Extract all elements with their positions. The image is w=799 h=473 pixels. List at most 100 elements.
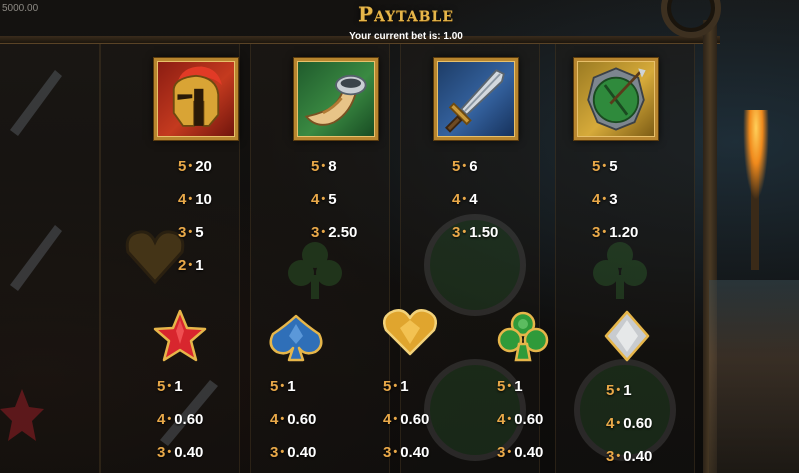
pay-value: 0.40: [400, 443, 430, 461]
pay-count: 3: [452, 223, 461, 241]
horn-icon: [304, 74, 367, 126]
pay-separator: •: [167, 413, 172, 425]
paylist-gold-heart: 5 • 1 4 • 0.60 3 • 0.40: [383, 378, 429, 473]
pay-separator: •: [188, 259, 193, 271]
pay-value: 1: [287, 377, 296, 395]
pay-separator: •: [393, 446, 398, 458]
sword-icon: [10, 70, 62, 136]
pay-value: 5: [609, 157, 618, 175]
pay-separator: •: [616, 384, 621, 396]
pay-separator: •: [167, 446, 172, 458]
pay-separator: •: [188, 193, 193, 205]
pay-count: 4: [311, 190, 320, 208]
pay-row: 3 • 0.40: [497, 443, 544, 461]
pay-count: 3: [592, 223, 601, 241]
paylist-green-club: 5 • 1 4 • 0.60 3 • 0.40: [497, 378, 543, 473]
pay-separator: •: [462, 160, 467, 172]
pay-row: 5 • 8: [311, 157, 357, 175]
symbol-card-helmet: [154, 58, 238, 140]
pay-row: 4 • 0.60: [270, 410, 317, 428]
pay-count: 3: [311, 223, 320, 241]
pay-row: 5 • 1: [497, 377, 543, 395]
pay-value: 1: [174, 377, 183, 395]
symbol-green-club: [496, 310, 550, 364]
pay-value: 0.40: [623, 447, 653, 465]
pay-count: 4: [157, 410, 166, 428]
pay-count: 3: [157, 443, 166, 461]
pay-count: 5: [157, 377, 166, 395]
pay-row: 4 • 0.60: [606, 415, 652, 432]
pay-value: 5: [328, 190, 337, 208]
pay-row: 4 • 5: [311, 190, 357, 208]
paylist-blue-spade: 5 • 1 4 • 0.60 3 • 0.40: [270, 378, 316, 473]
pay-count: 4: [592, 190, 601, 208]
pay-count: 3: [606, 447, 615, 465]
pay-count: 3: [270, 443, 279, 461]
pay-count: 5: [606, 381, 615, 399]
pay-separator: •: [321, 193, 326, 205]
paylist-red-star: 5 • 1 4 • 0.60 3 • 0.40: [157, 378, 203, 473]
page-title: Paytable: [357, 2, 455, 26]
pay-count: 5: [592, 157, 601, 175]
city-backdrop: [709, 280, 799, 473]
shield-icon: [587, 67, 646, 131]
pay-count: 3: [497, 443, 506, 461]
pay-value: 3: [609, 190, 618, 208]
star-icon: [0, 389, 44, 441]
pay-separator: •: [602, 160, 607, 172]
pay-count: 4: [452, 190, 461, 208]
symbol-blue-spade: [267, 312, 325, 364]
symbol-gold-heart: [380, 306, 440, 358]
pay-row: 3 • 2.50: [311, 223, 357, 241]
pay-separator: •: [280, 380, 285, 392]
pay-row: 3 • 0.40: [383, 443, 430, 461]
pay-count: 3: [383, 443, 392, 461]
pay-count: 5: [270, 377, 279, 395]
paylist-silver-diamond: 5 • 1 4 • 0.60 3 • 0.40: [606, 382, 652, 473]
pay-row: 4 • 0.60: [497, 410, 544, 428]
pay-value: 1.50: [469, 223, 499, 241]
pay-separator: •: [393, 413, 398, 425]
pay-row: 5 • 1: [383, 378, 429, 395]
paylist-sword: 5 • 6 4 • 4 3 • 1.50: [452, 158, 498, 257]
pay-value: 20: [195, 157, 212, 175]
pay-count: 4: [497, 410, 506, 428]
sword-icon: [10, 225, 62, 291]
pay-value: 1.20: [609, 223, 639, 241]
pay-separator: •: [602, 226, 607, 238]
pay-value: 8: [328, 157, 337, 175]
pay-separator: •: [462, 226, 467, 238]
pay-row: 3 • 0.40: [157, 443, 203, 461]
red-star-icon: [153, 309, 207, 362]
pay-separator: •: [167, 380, 172, 392]
pay-separator: •: [616, 450, 621, 462]
pay-separator: •: [321, 160, 326, 172]
pay-row: 4 • 0.60: [157, 410, 204, 428]
current-bet-text: Your current bet is: 1.00: [349, 31, 463, 42]
pay-row: 3 • 5: [178, 224, 212, 241]
pay-separator: •: [188, 226, 193, 238]
pay-count: 2: [178, 256, 187, 274]
pay-value: 0.60: [174, 410, 204, 428]
pay-row: 4 • 10: [178, 190, 212, 208]
pay-value: 0.60: [514, 410, 544, 428]
symbol-card-sword: [434, 58, 518, 140]
pay-separator: •: [602, 193, 607, 205]
pay-row: 5 • 1: [270, 377, 316, 395]
pay-value: 0.40: [514, 443, 544, 461]
pay-count: 5: [452, 157, 461, 175]
pay-separator: •: [616, 417, 621, 429]
pay-count: 5: [497, 377, 506, 395]
silver-diamond-icon: [604, 310, 650, 362]
pay-value: 10: [195, 190, 212, 208]
pay-row: 5 • 6: [452, 157, 498, 175]
pay-value: 1: [623, 381, 632, 399]
pay-separator: •: [280, 446, 285, 458]
pay-value: 0.60: [287, 410, 317, 428]
pay-separator: •: [507, 413, 512, 425]
symbol-card-horn: [294, 58, 378, 140]
pay-count: 5: [311, 157, 320, 175]
symbol-card-shield: [574, 58, 658, 140]
pay-separator: •: [321, 226, 326, 238]
gold-heart-icon: [383, 309, 437, 356]
